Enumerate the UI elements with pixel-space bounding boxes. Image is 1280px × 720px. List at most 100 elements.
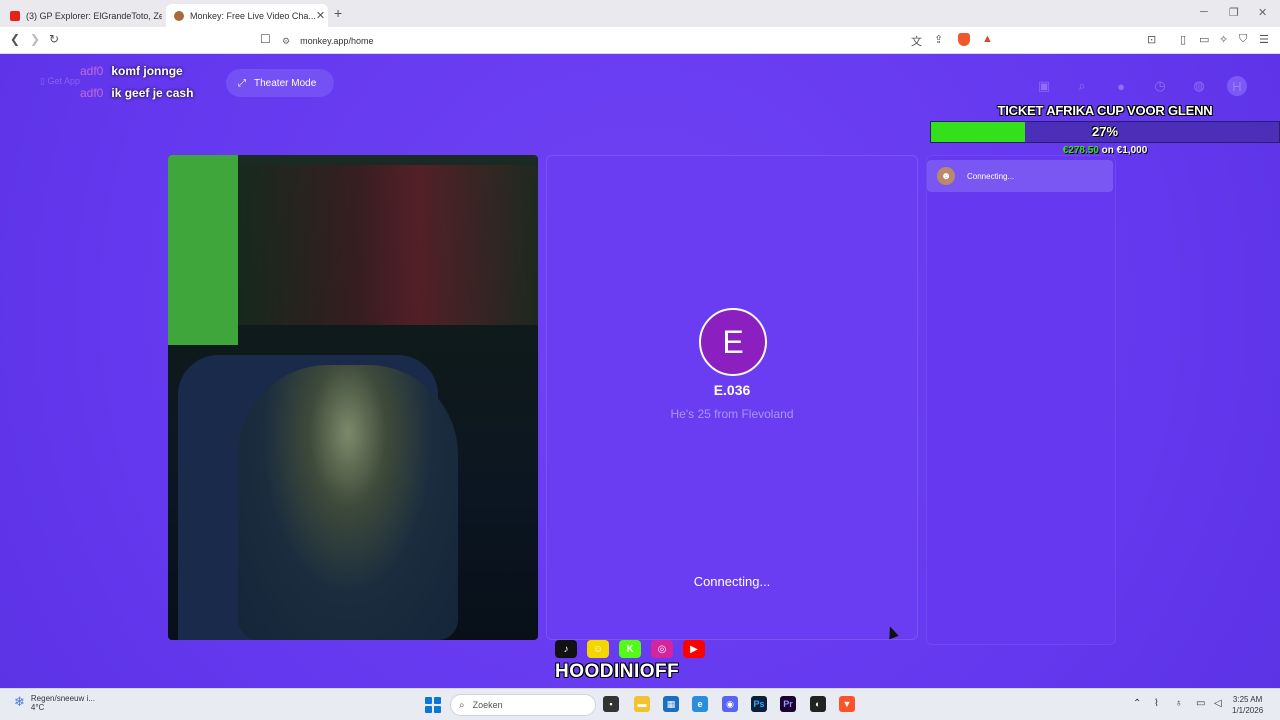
monkey-favicon-icon: [174, 10, 184, 21]
browser-toolbar: ❮ ❯ ↻ ☐ ⚙ monkey.app/home 文 ⇪ ▲ ⊡ ▯ ▭ ✧ …: [0, 27, 1280, 54]
tab-label: Monkey: Free Live Video Cha...: [190, 10, 316, 21]
video-background: [168, 155, 238, 345]
task-view-icon[interactable]: ▪: [603, 696, 619, 712]
weather-text: Regen/sneeuw i...: [30, 694, 95, 703]
leo-icon[interactable]: ⊡: [1147, 33, 1156, 46]
new-tab-button[interactable]: +: [334, 5, 342, 21]
brave-rewards-icon[interactable]: ▲: [982, 33, 993, 45]
network-icon[interactable]: ⌇: [1154, 698, 1159, 709]
photoshop-icon[interactable]: Ps: [751, 696, 767, 712]
get-app-label: Get App: [47, 76, 80, 86]
minimize-button[interactable]: ─: [1200, 6, 1208, 18]
search-icon[interactable]: ⌕: [1072, 76, 1092, 96]
back-icon[interactable]: ❮: [10, 32, 20, 46]
menu-icon[interactable]: ☰: [1259, 33, 1269, 46]
shop-icon[interactable]: ▣: [1034, 76, 1054, 96]
search-icon: ⌕: [459, 699, 465, 711]
file-explorer-icon[interactable]: ▬: [634, 696, 650, 712]
monitor-icon[interactable]: ▭: [1196, 698, 1205, 709]
mic-icon[interactable]: ♁: [1175, 698, 1183, 709]
forward-icon[interactable]: ❯: [30, 32, 40, 46]
donation-percent: 27%: [1091, 124, 1119, 139]
chat-message: adf0 ik geef je cash: [80, 82, 193, 104]
windows-taskbar: ❄ Regen/sneeuw i... 4°C ⌕ Zoeken ▪ ▬ ▦ e…: [0, 688, 1280, 720]
chat-message: adf0 komf jonnge: [80, 60, 193, 82]
windows-logo-icon: [434, 697, 441, 704]
address-bar[interactable]: ⚙ monkey.app/home: [282, 32, 922, 50]
browser-tab-youtube[interactable]: (3) GP Explorer: ElGrandeToto, Zed, L...: [2, 4, 162, 27]
donation-title: TICKET AFRIKA CUP VOOR GLENN: [997, 103, 1213, 118]
site-info-icon[interactable]: ⚙: [282, 36, 290, 47]
search-placeholder: Zoeken: [472, 700, 503, 710]
stranger-avatar: E: [699, 308, 767, 376]
donation-progress-bar: 27%: [930, 121, 1280, 143]
reload-icon[interactable]: ↻: [49, 32, 59, 46]
clock-date: 1/1/2026: [1232, 706, 1264, 715]
kick-icon: K: [619, 640, 641, 658]
volume-icon[interactable]: ◁: [1214, 698, 1222, 709]
expand-icon: ⤢: [238, 77, 246, 89]
snapchat-icon: ☺: [587, 640, 609, 658]
sidebar-icon[interactable]: ▯: [1180, 33, 1186, 46]
vpn-icon[interactable]: ⛉: [1239, 33, 1247, 46]
connection-status-row: ☻ Connecting...: [927, 160, 1113, 192]
extensions-icon[interactable]: ✧: [1219, 33, 1228, 46]
browser-tab-monkey[interactable]: Monkey: Free Live Video Cha... ✕: [166, 4, 328, 27]
video-person: [238, 365, 458, 640]
share-icon[interactable]: ⇪: [934, 33, 943, 46]
taskbar-search[interactable]: ⌕ Zoeken: [450, 694, 596, 716]
messages-icon[interactable]: ◍: [1189, 76, 1209, 96]
coin-icon[interactable]: ●: [1111, 76, 1131, 96]
chat-username: adf0: [80, 64, 104, 78]
url-text: monkey.app/home: [300, 36, 374, 46]
weather-temp: 4°C: [30, 703, 45, 712]
translate-icon[interactable]: 文: [911, 33, 922, 49]
discord-icon[interactable]: ◉: [722, 696, 738, 712]
streamer-socials-overlay: ♪ ☺ K ◎ ▶ HOODINIOFF: [555, 640, 715, 686]
youtube-icon: ▶: [683, 640, 705, 658]
system-clock[interactable]: 3:25 AM 1/1/2026: [1232, 694, 1263, 716]
youtube-favicon-icon: [10, 10, 20, 21]
self-video-feed: [168, 155, 538, 640]
weather-widget[interactable]: ❄ Regen/sneeuw i... 4°C: [14, 694, 95, 712]
streamer-handle: HOODINIOFF: [555, 661, 680, 682]
premiere-icon[interactable]: Pr: [780, 696, 796, 712]
brave-shields-icon[interactable]: [958, 33, 970, 46]
chat-text: ik geef je cash: [111, 86, 194, 100]
theater-mode-label: Theater Mode: [254, 77, 317, 89]
social-icons: ♪ ☺ K ◎ ▶: [555, 640, 715, 658]
chat-side-panel: ☻ Connecting...: [926, 155, 1116, 645]
bookmark-icon[interactable]: ☐: [260, 32, 271, 46]
chat-username: adf0: [80, 86, 104, 100]
stream-chat-overlay: adf0 komf jonnge adf0 ik geef je cash: [80, 60, 193, 104]
stranger-name: E.036: [713, 382, 751, 398]
windows-logo-icon: [425, 697, 432, 704]
store-icon[interactable]: ▦: [663, 696, 679, 712]
instagram-icon: ◎: [651, 640, 673, 658]
tiktok-icon: ♪: [555, 640, 577, 658]
monkey-icon: ☻: [937, 167, 955, 185]
stranger-info: He's 25 from Flevoland: [670, 407, 794, 421]
stranger-video-panel: E E.036 He's 25 from Flevoland Connectin…: [546, 155, 918, 640]
connecting-status: Connecting...: [693, 574, 771, 589]
chat-text: komf jonnge: [111, 64, 183, 78]
edge-icon[interactable]: e: [692, 696, 708, 712]
profile-avatar[interactable]: H: [1227, 76, 1247, 96]
history-icon[interactable]: ◷: [1150, 76, 1170, 96]
donation-goal-widget: TICKET AFRIKA CUP VOOR GLENN 27% €278.50…: [930, 103, 1280, 156]
tab-label: (3) GP Explorer: ElGrandeToto, Zed, L...: [26, 10, 162, 21]
start-button[interactable]: [425, 697, 441, 713]
monkey-page: ▯ Get App adf0 komf jonnge adf0 ik geef …: [0, 54, 1280, 688]
clock-time: 3:25 AM: [1232, 695, 1263, 704]
tab-close-icon[interactable]: ✕: [316, 9, 325, 22]
get-app-button[interactable]: ▯ Get App: [40, 76, 80, 87]
obs-icon[interactable]: ◐: [810, 696, 826, 712]
brave-app-icon[interactable]: ▼: [839, 696, 855, 712]
wallet-icon[interactable]: ▭: [1199, 33, 1209, 46]
close-window-button[interactable]: ✕: [1258, 6, 1267, 19]
windows-logo-icon: [425, 706, 432, 713]
tray-chevron-icon[interactable]: ⌃: [1133, 698, 1141, 709]
video-background: [238, 165, 538, 325]
maximize-button[interactable]: ❐: [1229, 6, 1239, 19]
theater-mode-button[interactable]: ⤢ Theater Mode: [226, 69, 334, 97]
